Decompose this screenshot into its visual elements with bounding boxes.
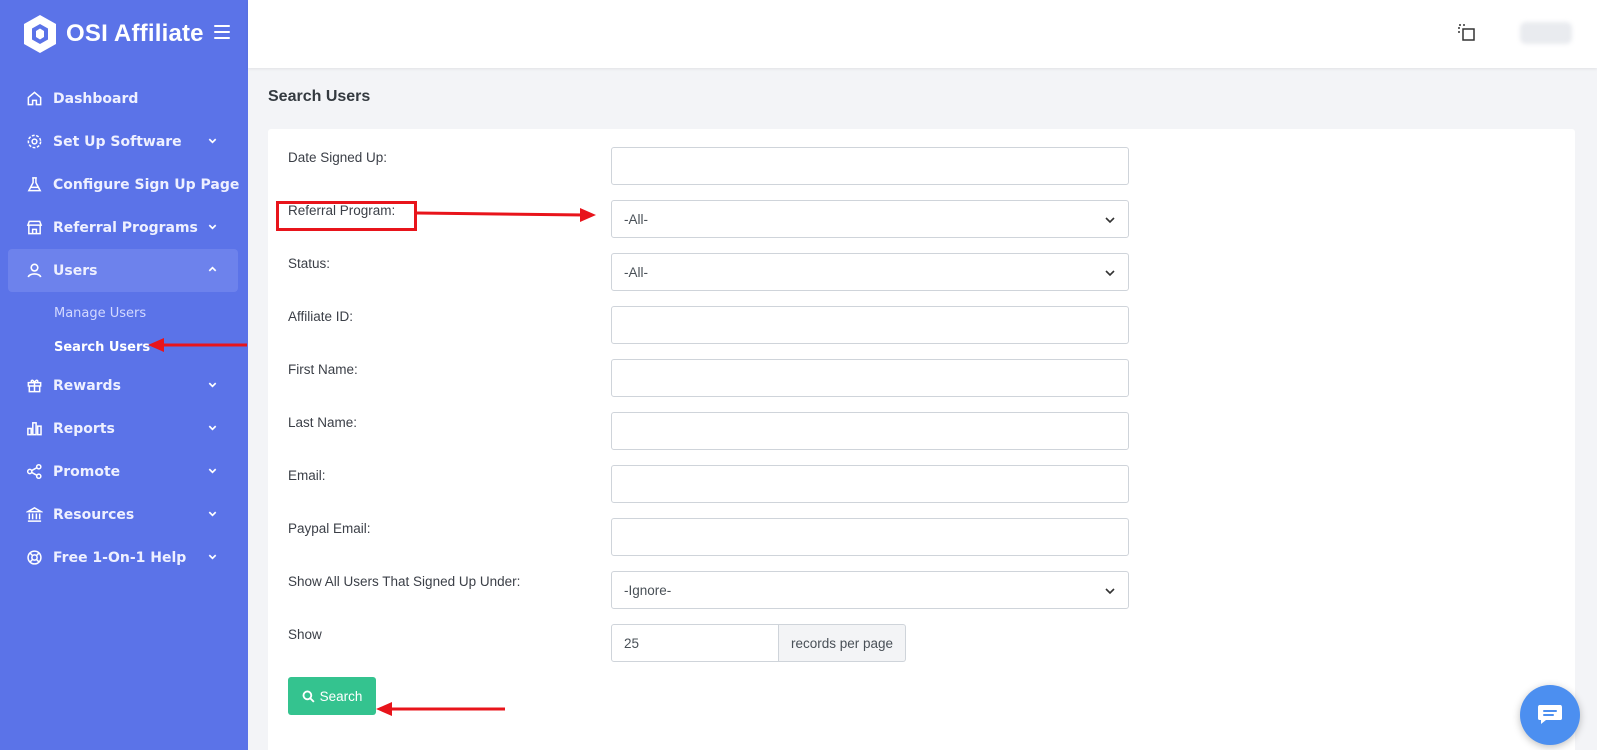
hexagon-logo-icon: [24, 15, 56, 53]
search-button[interactable]: Search: [288, 677, 376, 715]
status-value: -All-: [624, 264, 648, 280]
chevron-down-icon: [208, 382, 217, 388]
chevron-up-icon: [208, 266, 217, 272]
chevron-down-icon: [208, 511, 217, 517]
user-icon: [25, 262, 43, 280]
sidebar-item-promote[interactable]: Promote: [0, 450, 248, 493]
sidebar-item-label: Referral Programs: [53, 219, 198, 236]
chevron-down-icon: [208, 138, 217, 144]
gift-icon: [25, 377, 43, 395]
chat-widget-button[interactable]: [1520, 685, 1580, 745]
sidebar-item-referral-programs[interactable]: Referral Programs: [0, 206, 248, 249]
show-label: Show: [288, 627, 322, 642]
signed-up-under-select[interactable]: -Ignore-: [611, 571, 1129, 609]
sidebar-item-free-help[interactable]: Free 1-On-1 Help: [0, 536, 248, 579]
search-users-form: Date Signed Up: Referral Program: -All- …: [268, 129, 1575, 750]
sidebar-item-label: Users: [53, 262, 98, 279]
sidebar-item-label: Reports: [53, 420, 115, 437]
search-button-label: Search: [319, 688, 363, 704]
sidebar-subitem-search-users[interactable]: Search Users: [0, 330, 248, 364]
records-per-page-group: 25 records per page: [611, 624, 907, 662]
first-name-label: First Name:: [288, 362, 358, 377]
sidebar-item-label: Promote: [53, 463, 121, 480]
brand-logo[interactable]: OSI Affiliate: [22, 14, 204, 54]
affiliate-id-label: Affiliate ID:: [288, 309, 354, 324]
email-label: Email:: [288, 468, 326, 483]
status-label: Status:: [288, 256, 331, 271]
last-name-label: Last Name:: [288, 415, 358, 430]
home-icon: [25, 90, 43, 108]
bank-icon: [25, 506, 43, 524]
chevron-down-icon: [208, 224, 217, 230]
first-name-input[interactable]: [611, 359, 1129, 397]
paypal-email-input[interactable]: [611, 518, 1129, 556]
sidebar-item-label: Resources: [53, 506, 135, 523]
sidebar-item-reports[interactable]: Reports: [0, 407, 248, 450]
signed-up-under-label: Show All Users That Signed Up Under:: [288, 574, 521, 589]
user-avatar[interactable]: [1520, 22, 1572, 44]
sidebar-nav: Dashboard Set Up Software Configure Sign…: [0, 77, 248, 579]
menu-toggle-icon[interactable]: [214, 25, 230, 39]
chevron-down-icon: [208, 468, 217, 474]
chat-icon: [1538, 705, 1562, 724]
chevron-down-icon: [208, 425, 217, 431]
sidebar-item-label: Set Up Software: [53, 133, 182, 150]
records-per-page-addon: records per page: [779, 624, 907, 662]
sidebar-item-set-up-software[interactable]: Set Up Software: [0, 120, 248, 163]
sidebar-item-rewards[interactable]: Rewards: [0, 364, 248, 407]
sidebar-item-label: Configure Sign Up Page: [53, 176, 240, 193]
referral-program-select[interactable]: -All-: [611, 200, 1129, 238]
sidebar-item-label: Free 1-On-1 Help: [53, 549, 187, 566]
sidebar-item-users[interactable]: Users: [8, 249, 238, 292]
signed-up-under-value: -Ignore-: [624, 582, 672, 598]
brand-name: OSI Affiliate: [66, 20, 204, 47]
page-title: Search Users: [268, 88, 371, 105]
share-icon: [25, 463, 43, 481]
gear-icon: [25, 133, 43, 151]
referral-program-value: -All-: [624, 211, 648, 227]
sidebar-item-label: Dashboard: [53, 90, 139, 107]
date-signed-up-input[interactable]: [611, 147, 1129, 185]
sidebar-item-dashboard[interactable]: Dashboard: [0, 77, 248, 120]
sidebar: OSI Affiliate Dashboard Set Up Software …: [0, 0, 248, 750]
users-submenu: Manage Users Search Users: [0, 292, 248, 364]
sidebar-item-resources[interactable]: Resources: [0, 493, 248, 536]
search-icon: [302, 690, 315, 703]
fullscreen-icon[interactable]: [1457, 23, 1477, 43]
last-name-input[interactable]: [611, 412, 1129, 450]
chevron-down-icon: [1105, 217, 1115, 224]
store-icon: [25, 219, 43, 237]
date-signed-up-label: Date Signed Up:: [288, 150, 388, 165]
paypal-email-label: Paypal Email:: [288, 521, 371, 536]
email-input[interactable]: [611, 465, 1129, 503]
annotation-highlight-box: [276, 201, 417, 231]
sidebar-item-label: Rewards: [53, 377, 121, 394]
bar-chart-icon: [25, 420, 43, 438]
status-select[interactable]: -All-: [611, 253, 1129, 291]
lifebuoy-icon: [25, 549, 43, 567]
chevron-down-icon: [1105, 588, 1115, 595]
sidebar-item-configure-sign-up-page[interactable]: Configure Sign Up Page: [0, 163, 248, 206]
flask-icon: [25, 176, 43, 194]
records-per-page-input[interactable]: 25: [611, 624, 779, 662]
affiliate-id-input[interactable]: [611, 306, 1129, 344]
chevron-down-icon: [1105, 270, 1115, 277]
top-header: [248, 0, 1597, 68]
sidebar-subitem-manage-users[interactable]: Manage Users: [0, 296, 248, 330]
chevron-down-icon: [208, 554, 217, 560]
